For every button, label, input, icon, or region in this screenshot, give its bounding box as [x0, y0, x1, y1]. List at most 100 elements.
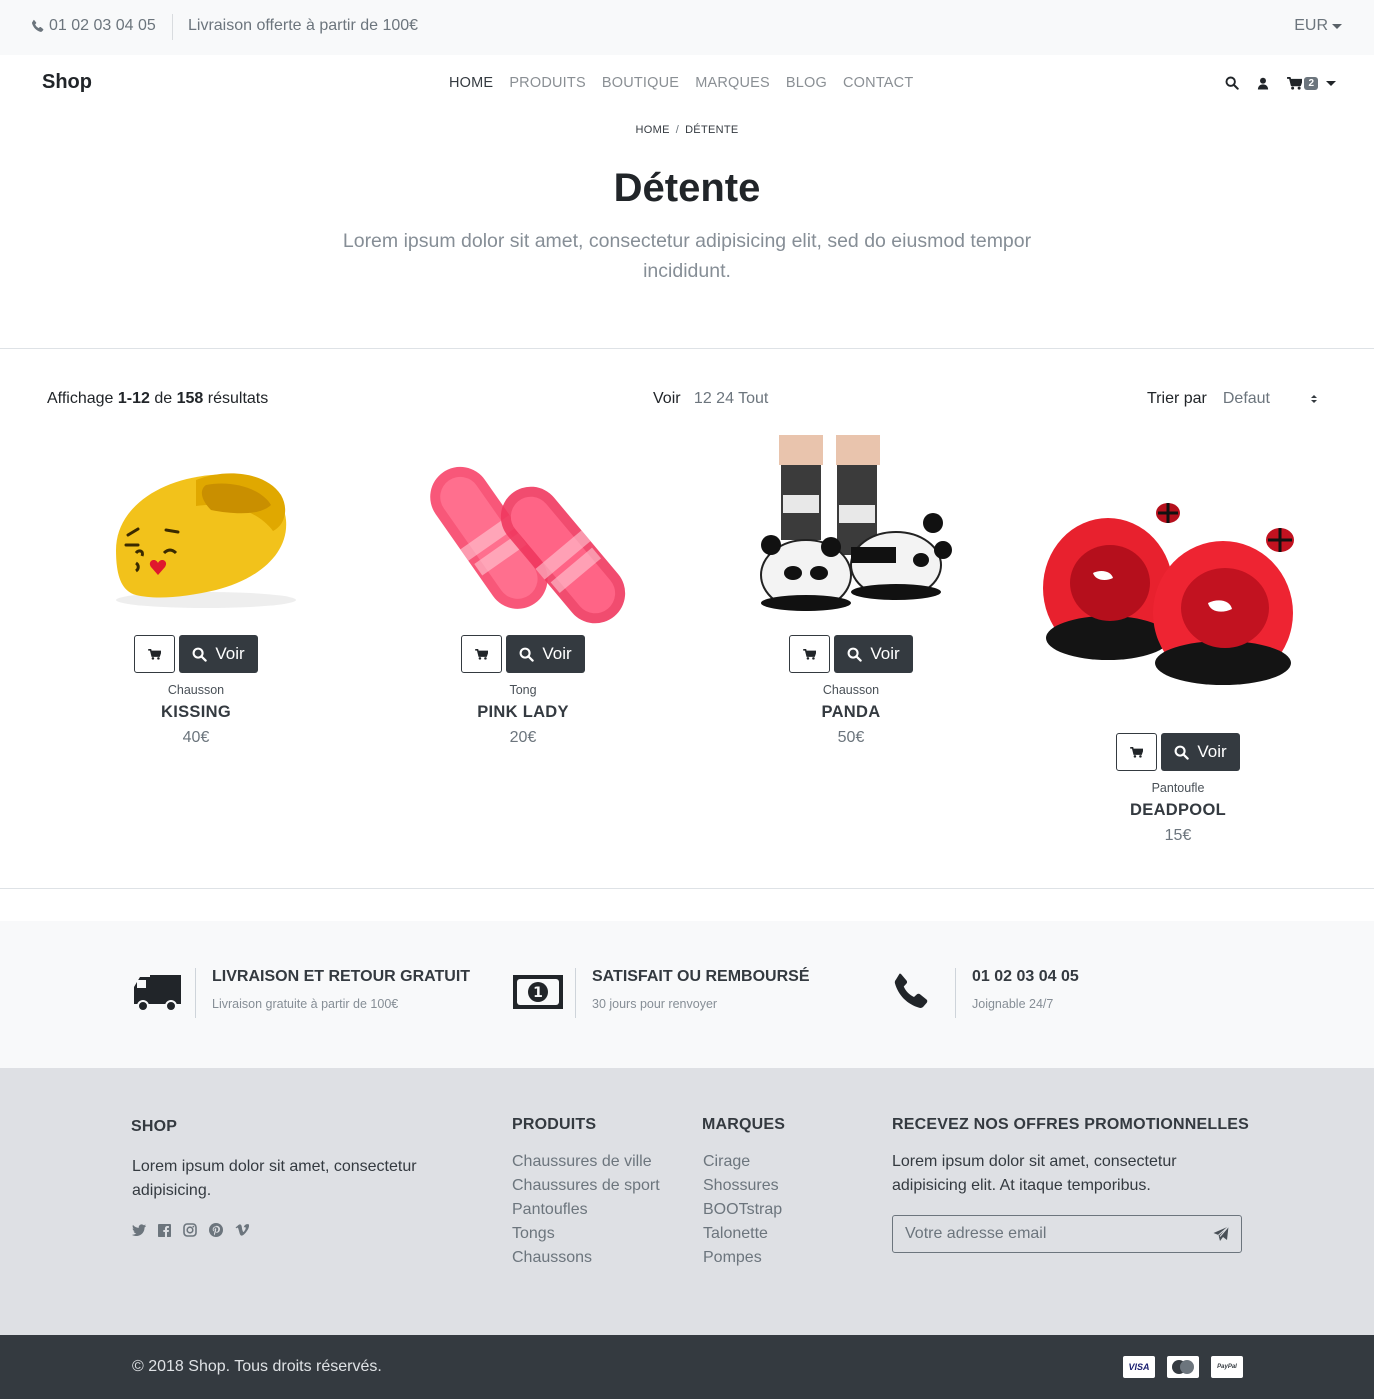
- product-image-kissing[interactable]: [46, 435, 346, 620]
- product-name[interactable]: PINK LADY: [373, 703, 673, 722]
- footer-link[interactable]: Pantoufles: [512, 1198, 660, 1222]
- view-product-button[interactable]: Voir: [179, 635, 258, 673]
- product-category: Chausson: [822, 683, 880, 697]
- view-product-button[interactable]: Voir: [834, 635, 913, 673]
- caret-down-icon: [1332, 23, 1342, 29]
- view-button-label: Voir: [1197, 742, 1227, 761]
- sort-selector: Trier par Defaut: [1147, 390, 1317, 408]
- footer-link[interactable]: Shossures: [703, 1174, 782, 1198]
- footer-link[interactable]: Chaussures de ville: [512, 1150, 660, 1174]
- product-actions: Voir: [701, 635, 1001, 673]
- product-name[interactable]: PANDA: [701, 703, 1001, 722]
- footer-produits-links: Chaussures de ville Chaussures de sport …: [512, 1150, 660, 1270]
- nav-links: HOME PRODUITS BOUTIQUE MARQUES BLOG CONT…: [449, 75, 913, 91]
- topbar-divider: [172, 14, 173, 40]
- results-of: de: [154, 390, 173, 407]
- product-actions: Voir: [46, 635, 346, 673]
- cart-dropdown[interactable]: 2: [1287, 76, 1336, 90]
- view-product-button[interactable]: Voir: [1161, 733, 1240, 771]
- per-page-all[interactable]: Tout: [738, 390, 768, 407]
- vimeo-icon[interactable]: [235, 1224, 249, 1236]
- footer-link[interactable]: Chaussures de sport: [512, 1174, 660, 1198]
- cart-icon: [475, 648, 489, 660]
- product-price: 15€: [1164, 827, 1192, 844]
- search-icon: [519, 647, 535, 662]
- footer-link[interactable]: Chaussons: [512, 1246, 660, 1270]
- add-to-cart-button[interactable]: [789, 635, 831, 673]
- product-image-pink-lady[interactable]: [373, 435, 673, 630]
- service-phone: 01 02 03 04 05 Joignable 24/7: [892, 968, 1232, 1018]
- footer-link[interactable]: Tongs: [512, 1222, 660, 1246]
- nav-link-home[interactable]: HOME: [449, 75, 493, 91]
- email-input[interactable]: [905, 1225, 1195, 1243]
- service-free-delivery: LIVRAISON ET RETOUR GRATUIT Livraison gr…: [132, 968, 472, 1018]
- results-total: 158: [176, 390, 204, 407]
- results-prefix: Affichage: [47, 390, 114, 407]
- view-product-button[interactable]: Voir: [506, 635, 585, 673]
- add-to-cart-button[interactable]: [461, 635, 503, 673]
- pinterest-icon[interactable]: [209, 1223, 223, 1237]
- footer-link[interactable]: Talonette: [703, 1222, 782, 1246]
- view-button-label: Voir: [542, 644, 572, 663]
- newsletter-form: [892, 1215, 1242, 1253]
- search-icon[interactable]: [1225, 76, 1240, 90]
- currency-dropdown[interactable]: EUR: [1294, 17, 1342, 35]
- add-to-cart-button[interactable]: [1116, 733, 1158, 771]
- nav-link-marques[interactable]: MARQUES: [695, 75, 770, 91]
- per-page-24[interactable]: 24: [716, 390, 734, 407]
- footer-link[interactable]: BOOTstrap: [703, 1198, 782, 1222]
- service-subtitle: 30 jours pour renvoyer: [592, 997, 718, 1011]
- visa-icon: VISA: [1123, 1356, 1155, 1378]
- copyright-text: © 2018 Shop. Tous droits réservés.: [132, 1358, 382, 1375]
- send-icon[interactable]: [1213, 1226, 1229, 1247]
- product-category: Chausson: [167, 683, 225, 697]
- results-suffix: résultats: [207, 390, 269, 407]
- product-image-deadpool[interactable]: [1028, 478, 1328, 703]
- bottom-bar: © 2018 Shop. Tous droits réservés. VISA …: [0, 1335, 1374, 1399]
- divider: [0, 348, 1374, 349]
- cart-count-badge: 2: [1304, 76, 1318, 90]
- breadcrumb-home[interactable]: HOME: [636, 124, 670, 136]
- service-satisfaction: 1 SATISFAIT OU REMBOURSÉ 30 jours pour r…: [512, 968, 852, 1018]
- nav-link-produits[interactable]: PRODUITS: [509, 75, 586, 91]
- phone-icon: [892, 971, 932, 1016]
- nav-link-boutique[interactable]: BOUTIQUE: [602, 75, 679, 91]
- footer-link[interactable]: Pompes: [703, 1246, 782, 1270]
- product-category: Pantoufle: [1151, 781, 1205, 795]
- user-icon[interactable]: [1257, 77, 1269, 90]
- breadcrumb: HOME / DÉTENTE: [0, 124, 1374, 136]
- product-price: 50€: [837, 729, 865, 746]
- twitter-icon[interactable]: [132, 1224, 146, 1236]
- breadcrumb-separator: /: [675, 124, 680, 136]
- instagram-icon[interactable]: [183, 1223, 197, 1237]
- per-page-12[interactable]: 12: [694, 390, 712, 407]
- search-icon: [192, 647, 208, 662]
- add-to-cart-button[interactable]: [134, 635, 176, 673]
- footer-link[interactable]: Cirage: [703, 1150, 782, 1174]
- cart-icon: [1130, 746, 1144, 758]
- facebook-icon[interactable]: [158, 1223, 171, 1237]
- cart-icon: [1287, 76, 1303, 90]
- service-title: SATISFAIT OU REMBOURSÉ: [592, 968, 810, 985]
- truck-icon: [132, 971, 182, 1018]
- nav-link-contact[interactable]: CONTACT: [843, 75, 913, 91]
- product-actions: Voir: [373, 635, 673, 673]
- cart-icon: [803, 648, 817, 660]
- product-name[interactable]: KISSING: [46, 703, 346, 722]
- brand-logo[interactable]: Shop: [42, 71, 92, 94]
- product-image-panda[interactable]: [701, 435, 1001, 620]
- product-actions: Voir: [1028, 733, 1328, 771]
- product-price: 20€: [509, 729, 537, 746]
- services-strip: LIVRAISON ET RETOUR GRATUIT Livraison gr…: [0, 921, 1374, 1068]
- service-divider: [955, 968, 956, 1018]
- view-button-label: Voir: [215, 644, 245, 663]
- paypal-icon: PayPal: [1211, 1356, 1243, 1378]
- search-icon: [847, 647, 863, 662]
- sort-select[interactable]: Defaut: [1223, 390, 1307, 408]
- topbar-phone[interactable]: 01 02 03 04 05: [31, 17, 156, 35]
- nav-icons: 2: [1225, 76, 1336, 90]
- footer-heading-shop: SHOP: [131, 1118, 178, 1135]
- nav-link-blog[interactable]: BLOG: [786, 75, 827, 91]
- product-name[interactable]: DEADPOOL: [1028, 801, 1328, 820]
- currency-value: EUR: [1294, 17, 1328, 34]
